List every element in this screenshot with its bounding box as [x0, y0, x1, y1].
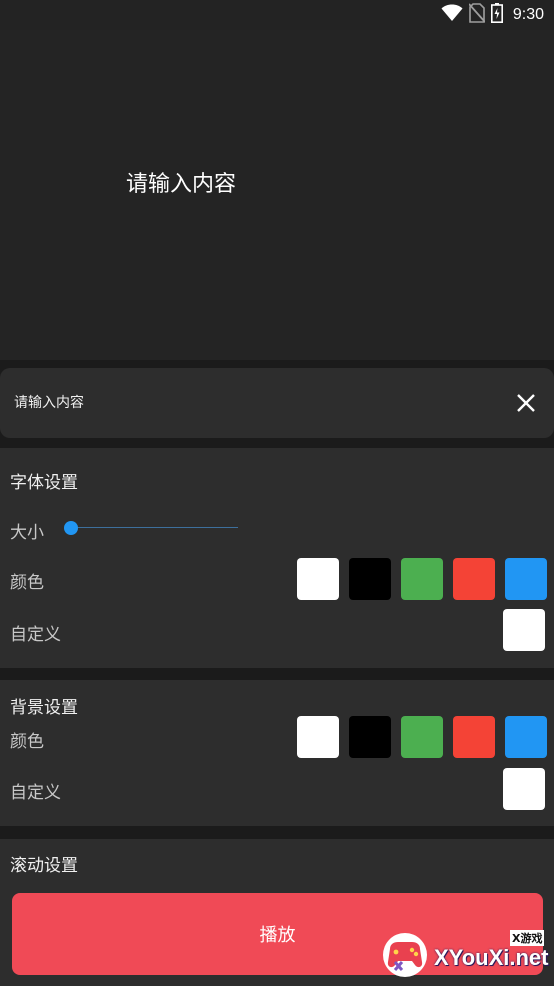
background-color-swatches [297, 716, 547, 758]
font-size-label: 大小 [10, 523, 44, 543]
font-color-swatches [297, 558, 547, 600]
font-color-label: 颜色 [10, 573, 44, 593]
background-custom-label: 自定义 [10, 783, 61, 803]
font-settings-title: 字体设置 [10, 473, 78, 493]
background-color-blue-swatch[interactable] [505, 716, 547, 758]
font-custom-label: 自定义 [10, 625, 61, 645]
font-size-slider-thumb[interactable] [64, 521, 78, 535]
background-color-white-swatch[interactable] [297, 716, 339, 758]
background-settings-title: 背景设置 [10, 698, 78, 718]
font-size-slider-track[interactable] [70, 527, 238, 528]
battery-icon [490, 3, 503, 27]
watermark-main-text: XYouXi.net [434, 945, 549, 970]
preview-text: 请输入内容 [126, 172, 237, 197]
play-button-label: 播放 [259, 925, 296, 946]
font-color-green-swatch[interactable] [401, 558, 443, 600]
close-icon[interactable] [514, 391, 538, 415]
no-sim-icon [468, 3, 486, 27]
text-input-card [0, 368, 554, 438]
background-color-red-swatch[interactable] [453, 716, 495, 758]
text-preview: 请输入内容 [0, 30, 554, 360]
content-input[interactable] [14, 368, 484, 438]
watermark: X游戏 XYouXi.net [382, 928, 550, 980]
background-color-green-swatch[interactable] [401, 716, 443, 758]
font-settings-section: 字体设置 大小 颜色 自定义 [0, 448, 554, 668]
wifi-icon [441, 4, 463, 26]
background-settings-section: 背景设置 颜色 自定义 [0, 680, 554, 826]
status-icons: 9:30 [441, 3, 544, 27]
watermark-top-text: X游戏 [510, 930, 545, 946]
font-color-black-swatch[interactable] [349, 558, 391, 600]
background-color-label: 颜色 [10, 732, 44, 752]
gamepad-logo-icon [383, 933, 427, 977]
status-bar: 9:30 [0, 0, 554, 30]
font-color-blue-swatch[interactable] [505, 558, 547, 600]
background-custom-color-swatch[interactable] [503, 768, 545, 810]
font-color-red-swatch[interactable] [453, 558, 495, 600]
font-color-white-swatch[interactable] [297, 558, 339, 600]
scroll-settings-title: 滚动设置 [10, 856, 78, 876]
status-time: 9:30 [512, 6, 544, 23]
background-color-black-swatch[interactable] [349, 716, 391, 758]
font-custom-color-swatch[interactable] [503, 609, 545, 651]
